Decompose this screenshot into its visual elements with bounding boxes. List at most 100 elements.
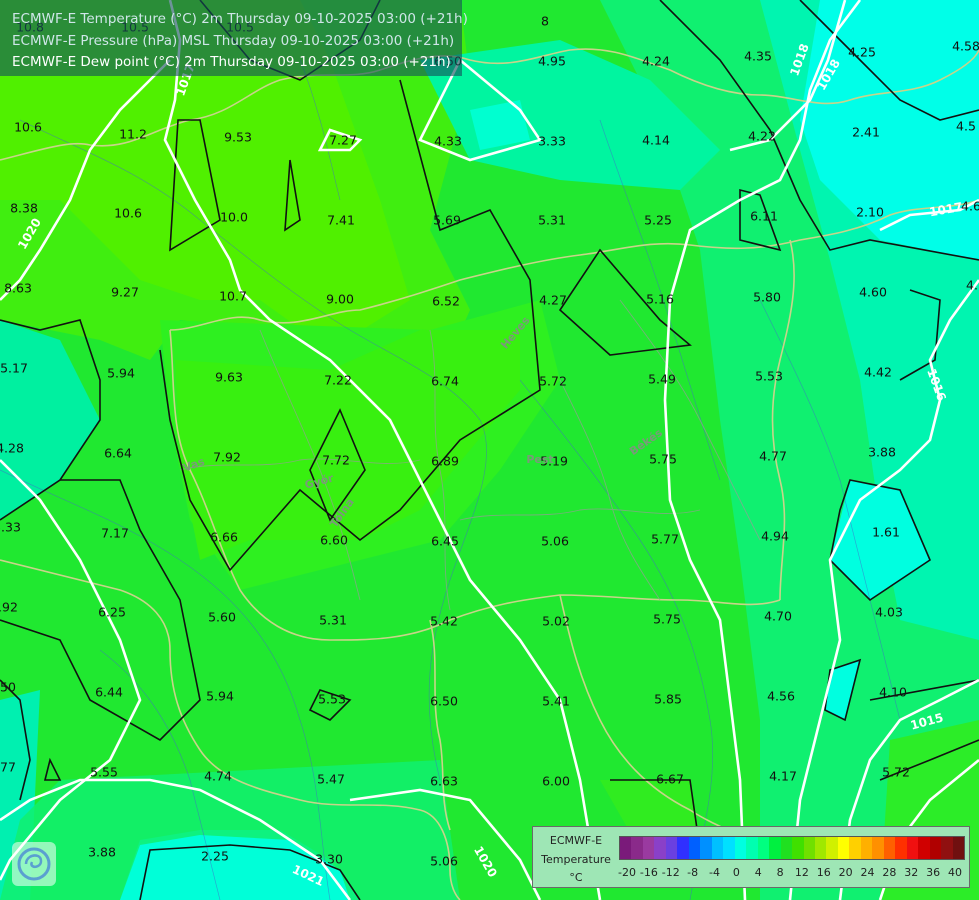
legend-tick-label: 0 <box>732 866 740 879</box>
legend-tick-label: -8 <box>687 866 699 879</box>
legend-tick-label: 16 <box>816 866 831 879</box>
dewpoint-value: 4.10 <box>879 685 907 700</box>
dewpoint-value: 4.35 <box>744 49 772 64</box>
dewpoint-value: 6.60 <box>320 533 348 548</box>
dewpoint-value: 4.77 <box>759 449 787 464</box>
dewpoint-value: 4. <box>966 278 978 293</box>
dewpoint-value: 9.00 <box>326 292 354 307</box>
dewpoint-value: 1.61 <box>872 525 900 540</box>
temperature-title: ECMWF-E Temperature (°C) 2m Thursday 09-… <box>12 11 468 27</box>
dewpoint-value: 3.33 <box>0 520 21 535</box>
legend-tick-label: 4 <box>754 866 762 879</box>
dewpoint-value: 5.55 <box>90 765 118 780</box>
legend-color-swatch <box>631 837 643 859</box>
dewpoint-value: 4.6 <box>961 199 979 214</box>
dewpoint-value: 7.92 <box>213 450 241 465</box>
legend-color-swatch <box>757 837 770 859</box>
legend-color-swatch <box>872 837 884 859</box>
legend-tick-label: 24 <box>860 866 875 879</box>
dewpoint-value: 5.31 <box>538 213 566 228</box>
dewpoint-value: 3.33 <box>538 134 566 149</box>
forecast-title-panel: ECMWF-E Temperature (°C) 2m Thursday 09-… <box>0 0 468 76</box>
legend-color-swatch <box>688 837 701 859</box>
legend-color-swatch <box>642 837 655 859</box>
dewpoint-value: 5.77 <box>651 532 679 547</box>
legend-tick-label: 8 <box>776 866 784 879</box>
dewpoint-value: 6.63 <box>430 774 458 789</box>
dewpoint-value: 10.6 <box>114 206 142 221</box>
dewpoint-value: 2.10 <box>856 205 884 220</box>
legend-color-swatch <box>941 837 953 859</box>
legend-tick-label: -16 <box>639 866 658 879</box>
dewpoint-value: 8.38 <box>10 201 38 216</box>
dewpoint-value: 5.42 <box>430 614 458 629</box>
legend-tick-label: 20 <box>838 866 853 879</box>
dewpoint-value: 6.64 <box>104 446 132 461</box>
dewpoint-value: 6.45 <box>431 534 459 549</box>
dewpoint-value: 3.30 <box>315 852 343 867</box>
dewpoint-value: 8.63 <box>4 281 32 296</box>
legend-color-swatch <box>883 837 896 859</box>
dewpoint-value: 5.75 <box>649 452 677 467</box>
legend-tick-label: 12 <box>794 866 809 879</box>
dewpoint-value: 4.74 <box>204 769 232 784</box>
legend-color-swatch <box>849 837 861 859</box>
legend-color-swatch <box>780 837 793 859</box>
dewpoint-value: 6.66 <box>210 530 238 545</box>
legend-color-swatch <box>654 837 666 859</box>
legend-color-swatch <box>906 837 919 859</box>
dewpoint-value: 4.25 <box>848 45 876 60</box>
legend-model-label: ECMWF-E <box>549 834 603 847</box>
legend-color-swatch <box>803 837 815 859</box>
map-viewport[interactable]: 101710181016101510201021102010171018 10.… <box>0 0 979 900</box>
dewpoint-value: 4.56 <box>767 689 795 704</box>
dewpoint-value: 3.88 <box>88 845 116 860</box>
dewpoint-value: 6.52 <box>432 294 460 309</box>
dewpoint-value: 5.16 <box>646 292 674 307</box>
legend-tick-label: 36 <box>926 866 941 879</box>
legend-color-bar <box>619 836 965 860</box>
legend-color-swatch <box>929 837 942 859</box>
dewpoint-value: 4.60 <box>859 285 887 300</box>
dewpoint-value: 8 <box>541 14 549 29</box>
dewpoint-value: 5.31 <box>319 613 347 628</box>
dewpoint-value: 4.95 <box>538 54 566 69</box>
dewpoint-value: 2.25 <box>201 849 229 864</box>
dewpoint-value: 6.89 <box>431 454 459 469</box>
legend-color-swatch <box>734 837 747 859</box>
dewpoint-value: 9.27 <box>111 285 139 300</box>
legend-color-swatch <box>826 837 838 859</box>
dewpoint-value: 10.6 <box>14 120 42 135</box>
dewpoint-value: 4.22 <box>748 129 776 144</box>
dewpoint-value: 10.7 <box>219 289 247 304</box>
dewpoint-value: 4.70 <box>764 609 792 624</box>
dewpoint-value: 4.24 <box>642 54 670 69</box>
dewpoint-value: 5.06 <box>430 854 458 869</box>
legend-color-swatch <box>952 837 965 859</box>
legend-color-swatch <box>837 837 850 859</box>
dewpoint-value: 5.53 <box>755 369 783 384</box>
dewpoint-value: 10.0 <box>220 210 248 225</box>
dewpoint-value: 6.74 <box>431 374 459 389</box>
dewpoint-value: 6.11 <box>750 209 778 224</box>
dewpoint-value: 6.44 <box>95 685 123 700</box>
legend-color-swatch <box>665 837 678 859</box>
dewpoint-value: 6.50 <box>0 680 16 695</box>
dewpoint-value: 5.25 <box>644 213 672 228</box>
dewpoint-value: 4.94 <box>761 529 789 544</box>
dewpoint-value: 5.02 <box>542 614 570 629</box>
dewpoint-value: 4.14 <box>642 133 670 148</box>
pressure-title: ECMWF-E Pressure (hPa) MSL Thursday 09-1… <box>12 33 455 49</box>
dewpoint-value: 5.47 <box>317 772 345 787</box>
legend-color-swatch <box>700 837 712 859</box>
ecmwf-logo-icon <box>12 842 56 886</box>
dewpoint-value: 6.00 <box>542 774 570 789</box>
legend-tick-label: 32 <box>904 866 919 879</box>
dewpoint-value: 4.17 <box>769 769 797 784</box>
dewpoint-value: 5.17 <box>0 361 28 376</box>
dewpoint-value: 5.41 <box>542 694 570 709</box>
dewpoint-value: 7.22 <box>324 373 352 388</box>
forecast-map[interactable]: 101710181016101510201021102010171018 10.… <box>0 0 979 900</box>
dewpoint-value: 4.27 <box>539 293 567 308</box>
dewpoint-value: 9.53 <box>224 130 252 145</box>
